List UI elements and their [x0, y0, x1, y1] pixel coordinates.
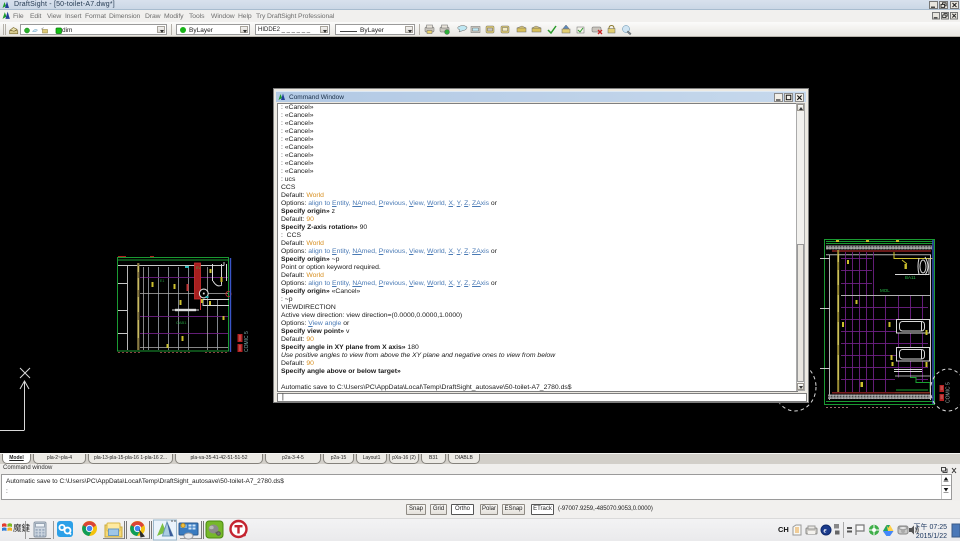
svg-text:2015/1/22: 2015/1/22: [916, 533, 947, 540]
svg-text:e: e: [824, 527, 827, 535]
svg-text:CH: CH: [778, 525, 789, 534]
svg-text:E1: E1: [160, 279, 164, 283]
svg-text:BA11: BA11: [905, 275, 916, 280]
svg-text:CAB1: CAB1: [176, 320, 187, 325]
svg-text:MOL: MOL: [880, 288, 890, 293]
svg-text:魔鍵: 魔鍵: [13, 523, 31, 533]
svg-text:COMIC 5: COMIC 5: [244, 331, 250, 352]
svg-text:COMIC 5: COMIC 5: [946, 382, 952, 403]
svg-text:下午 07:25: 下午 07:25: [914, 522, 948, 531]
svg-text:EV: EV: [196, 266, 201, 270]
